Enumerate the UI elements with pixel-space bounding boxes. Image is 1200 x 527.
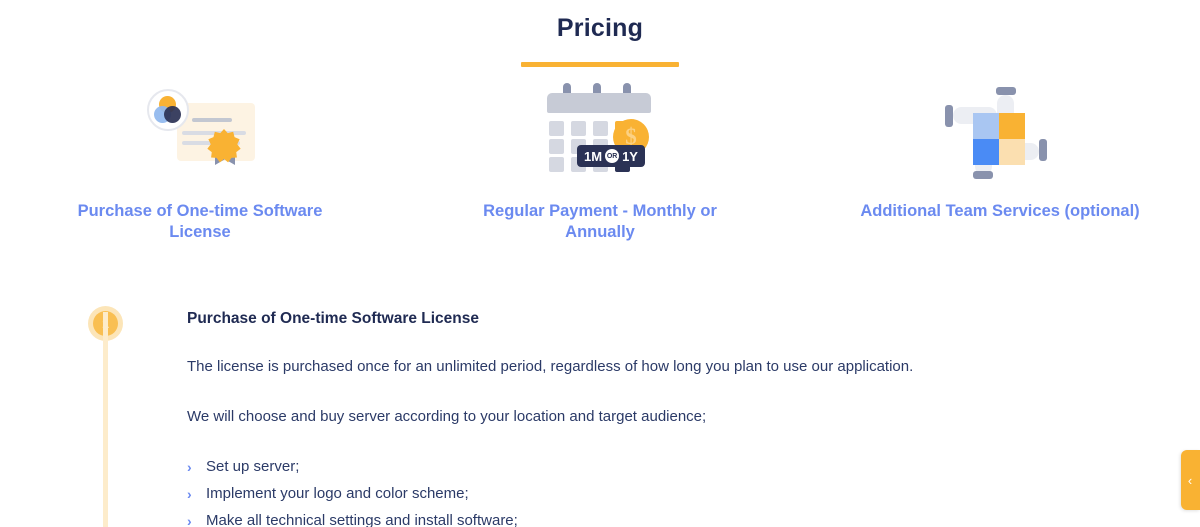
- feature-label[interactable]: Additional Team Services (optional): [860, 201, 1139, 222]
- list-item-label: Make all technical settings and install …: [206, 512, 518, 527]
- calendar-cell: [549, 139, 564, 154]
- calendar-header: [547, 93, 651, 113]
- timeline-content: Purchase of One-time Software License Th…: [187, 290, 1087, 527]
- timeline-heading: Purchase of One-time Software License: [187, 310, 480, 327]
- list-item-label: Implement your logo and color scheme;: [206, 485, 469, 502]
- list-item: › Set up server;: [187, 456, 1087, 478]
- timeline-rail: [103, 312, 108, 527]
- list-item-label: Set up server;: [206, 458, 300, 475]
- team-puzzle-icon: [935, 81, 1065, 179]
- badge-or-chip: OR: [605, 149, 620, 163]
- certificate-line: [182, 131, 246, 135]
- chevron-right-icon: ›: [187, 486, 192, 502]
- timeline-paragraph: The license is purchased once for an unl…: [187, 358, 914, 375]
- billing-term-badge: 1M OR 1Y: [577, 145, 645, 167]
- sleeve-cuff: [1039, 139, 1047, 161]
- feature-label[interactable]: Purchase of One-time Software License: [69, 201, 331, 243]
- timeline-bullet-list: › Set up server; › Implement your logo a…: [187, 456, 1087, 527]
- feature-card-team-services: Additional Team Services (optional): [800, 81, 1200, 243]
- feature-columns: Purchase of One-time Software License $ …: [0, 81, 1200, 243]
- side-panel-toggle[interactable]: ‹: [1181, 450, 1200, 510]
- calendar-cell: [593, 121, 608, 136]
- puzzle-piece: [973, 139, 999, 165]
- sleeve-cuff: [945, 105, 953, 127]
- timeline-paragraph: We will choose and buy server according …: [187, 408, 707, 425]
- feature-label[interactable]: Regular Payment - Monthly or Annually: [469, 201, 731, 243]
- calendar-payment-icon: $ 1M OR 1Y: [535, 81, 665, 179]
- calendar-cell: [571, 121, 586, 136]
- license-certificate-icon: [135, 81, 265, 179]
- calendar-cell: [549, 157, 564, 172]
- feature-card-regular-payment: $ 1M OR 1Y Regular Payment - Monthly or …: [400, 81, 800, 243]
- seal-circle-navy: [164, 106, 181, 123]
- badge-monthly-label: 1M: [584, 148, 603, 164]
- puzzle-piece: [999, 139, 1025, 165]
- list-item: › Make all technical settings and instal…: [187, 510, 1087, 527]
- chevron-right-icon: ›: [187, 513, 192, 527]
- puzzle-piece: [973, 113, 999, 139]
- chevron-left-icon: ‹: [1187, 472, 1193, 488]
- pricing-page: Pricing Purchase of One-time Software Li…: [0, 0, 1200, 527]
- calendar-cell: [549, 121, 564, 136]
- title-underline: [521, 62, 679, 67]
- logo-seal-icon: [147, 89, 189, 131]
- puzzle-piece: [999, 113, 1025, 139]
- chevron-right-icon: ›: [187, 459, 192, 475]
- sleeve-cuff: [973, 171, 993, 179]
- certificate-line: [192, 118, 232, 122]
- list-item: › Implement your logo and color scheme;: [187, 483, 1087, 505]
- page-title: Pricing: [556, 14, 644, 42]
- badge-yearly-label: 1Y: [622, 148, 638, 164]
- sleeve-cuff: [996, 87, 1016, 95]
- feature-card-license: Purchase of One-time Software License: [0, 81, 400, 243]
